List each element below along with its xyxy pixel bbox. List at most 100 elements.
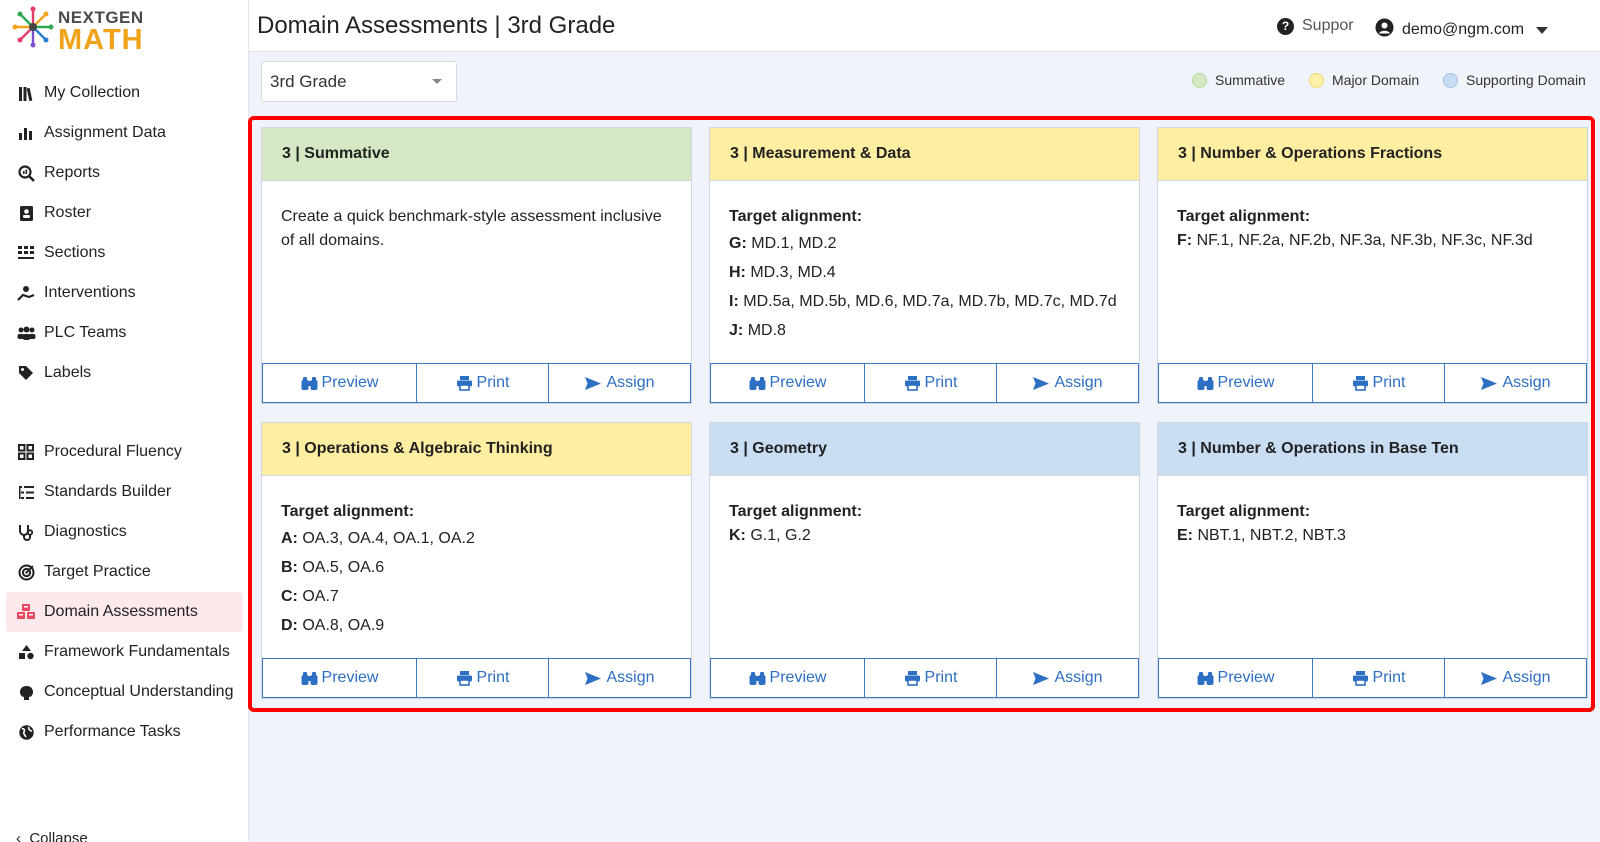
sidebar-item-label: Domain Assessments	[44, 603, 198, 620]
assign-button[interactable]: Assign	[1445, 364, 1587, 403]
assign-button[interactable]: Assign	[549, 659, 691, 698]
legend-supporting-domain: Supporting Domain	[1443, 72, 1586, 88]
top-header: Domain Assessments | 3rd Grade ? Suppor …	[249, 0, 1600, 52]
assign-button[interactable]: Assign	[997, 364, 1139, 403]
user-menu[interactable]: demo@ngm.com	[1375, 18, 1549, 42]
sidebar-item-label: Diagnostics	[44, 523, 127, 540]
sidebar-item-conceptual-understanding[interactable]: Conceptual Understanding	[6, 672, 243, 712]
sidebar-item-assignment-data[interactable]: Assignment Data	[6, 113, 243, 153]
assessment-card: 3 | Number & Operations Fractions Target…	[1157, 127, 1588, 404]
sidebar-item-labels[interactable]: Labels	[6, 353, 243, 393]
sidebar-item-label: Sections	[44, 244, 106, 261]
grade-select[interactable]: 3rd Grade	[261, 61, 457, 102]
card-actions: Preview Print Assign	[710, 658, 1139, 698]
sidebar-item-reports[interactable]: Reports	[6, 153, 243, 193]
legend-dot-summative	[1192, 72, 1207, 88]
sidebar-item-target-practice[interactable]: Target Practice	[6, 552, 243, 592]
user-circle-icon	[1375, 18, 1394, 42]
alignment-line: J: MD.8	[729, 322, 786, 339]
sidebar-item-label: Assignment Data	[44, 124, 166, 141]
alignment-line: K: G.1, G.2	[729, 527, 811, 544]
print-label: Print	[476, 669, 510, 686]
preview-label: Preview	[1217, 374, 1275, 391]
legend-label: Supporting Domain	[1466, 72, 1586, 88]
library-icon	[16, 83, 36, 103]
collapse-button[interactable]: ‹ Collapse	[16, 830, 88, 842]
preview-button[interactable]: Preview	[262, 364, 417, 403]
alignment-line: C: OA.7	[281, 588, 339, 605]
grid-icon	[16, 442, 36, 462]
print-button[interactable]: Print	[865, 364, 997, 403]
assign-label: Assign	[1054, 374, 1103, 391]
legend-label: Major Domain	[1332, 72, 1420, 88]
print-button[interactable]: Print	[417, 659, 549, 698]
sidebar-item-sections[interactable]: Sections	[6, 233, 243, 273]
preview-button[interactable]: Preview	[1158, 659, 1313, 698]
legend-summative: Summative	[1192, 72, 1285, 88]
user-email: demo@ngm.com	[1402, 21, 1525, 38]
printer-icon	[904, 670, 921, 686]
assign-button[interactable]: Assign	[997, 659, 1139, 698]
assign-button[interactable]: Assign	[1445, 659, 1587, 698]
preview-label: Preview	[321, 669, 379, 686]
alignment-line: F: NF.1, NF.2a, NF.2b, NF.3a, NF.3b, NF.…	[1177, 232, 1533, 249]
print-button[interactable]: Print	[1313, 364, 1445, 403]
preview-button[interactable]: Preview	[1158, 364, 1313, 403]
grade-select-value: 3rd Grade	[270, 71, 347, 91]
sidebar-item-my-collection[interactable]: My Collection	[6, 73, 243, 113]
card-title: 3 | Number & Operations Fractions	[1158, 128, 1587, 181]
target-alignment-label: Target alignment:	[1177, 208, 1311, 225]
sidebar-item-framework-fundamentals[interactable]: Framework Fundamentals	[6, 632, 243, 672]
binoculars-icon	[301, 376, 318, 391]
sidebar-item-roster[interactable]: Roster	[6, 193, 243, 233]
alignment-line: G: MD.1, MD.2	[729, 235, 837, 252]
card-body: Target alignment: F: NF.1, NF.2a, NF.2b,…	[1158, 181, 1587, 364]
assessment-card: 3 | Summative Create a quick benchmark-s…	[261, 127, 692, 404]
sidebar-item-domain-assessments[interactable]: Domain Assessments	[6, 592, 243, 632]
sidebar-item-label: Performance Tasks	[44, 723, 181, 740]
alignment-line: I: MD.5a, MD.5b, MD.6, MD.7a, MD.7b, MD.…	[729, 293, 1117, 310]
preview-button[interactable]: Preview	[710, 364, 865, 403]
legend-dot-supporting	[1443, 72, 1458, 88]
sidebar-item-label: Roster	[44, 204, 92, 221]
preview-button[interactable]: Preview	[710, 659, 865, 698]
sidebar-item-diagnostics[interactable]: Diagnostics	[6, 512, 243, 552]
helping-hand-icon	[16, 283, 36, 303]
collapse-label: Collapse	[29, 830, 88, 842]
send-icon	[1032, 376, 1050, 391]
print-button[interactable]: Print	[1313, 659, 1445, 698]
print-label: Print	[924, 669, 958, 686]
print-label: Print	[1372, 374, 1406, 391]
print-button[interactable]: Print	[417, 364, 549, 403]
sidebar: NEXTGEN MATH My Collection Assignment Da…	[0, 0, 249, 842]
sidebar-item-plc-teams[interactable]: PLC Teams	[6, 313, 243, 353]
cubes-icon	[16, 602, 36, 622]
sidebar-item-interventions[interactable]: Interventions	[6, 273, 243, 313]
printer-icon	[456, 375, 473, 391]
preview-button[interactable]: Preview	[262, 659, 417, 698]
nav-group-main: My Collection Assignment Data Reports Ro…	[6, 73, 243, 393]
brain-icon	[16, 682, 36, 702]
alignment-line: D: OA.8, OA.9	[281, 617, 385, 634]
page-title: Domain Assessments | 3rd Grade	[257, 12, 616, 39]
card-body: Target alignment: E: NBT.1, NBT.2, NBT.3	[1158, 476, 1587, 659]
bar-chart-icon	[16, 123, 36, 143]
sidebar-item-performance-tasks[interactable]: Performance Tasks	[6, 712, 243, 752]
assign-button[interactable]: Assign	[549, 364, 691, 403]
logo[interactable]: NEXTGEN MATH	[12, 6, 192, 56]
preview-label: Preview	[769, 374, 827, 391]
assessment-card: 3 | Measurement & Data Target alignment:…	[709, 127, 1140, 404]
print-button[interactable]: Print	[865, 659, 997, 698]
sidebar-item-standards-builder[interactable]: Standards Builder	[6, 472, 243, 512]
card-title: 3 | Number & Operations in Base Ten	[1158, 423, 1587, 476]
target-icon	[16, 562, 36, 582]
sidebar-item-procedural-fluency[interactable]: Procedural Fluency	[6, 432, 243, 472]
print-label: Print	[476, 374, 510, 391]
sidebar-item-label: Target Practice	[44, 563, 151, 580]
help-icon: ?	[1277, 17, 1294, 35]
support-link[interactable]: ? Suppor	[1277, 17, 1354, 35]
card-description: Create a quick benchmark-style assessmen…	[281, 208, 662, 249]
assessment-card: 3 | Operations & Algebraic Thinking Targ…	[261, 422, 692, 699]
card-actions: Preview Print Assign	[262, 658, 691, 698]
assign-label: Assign	[606, 374, 655, 391]
